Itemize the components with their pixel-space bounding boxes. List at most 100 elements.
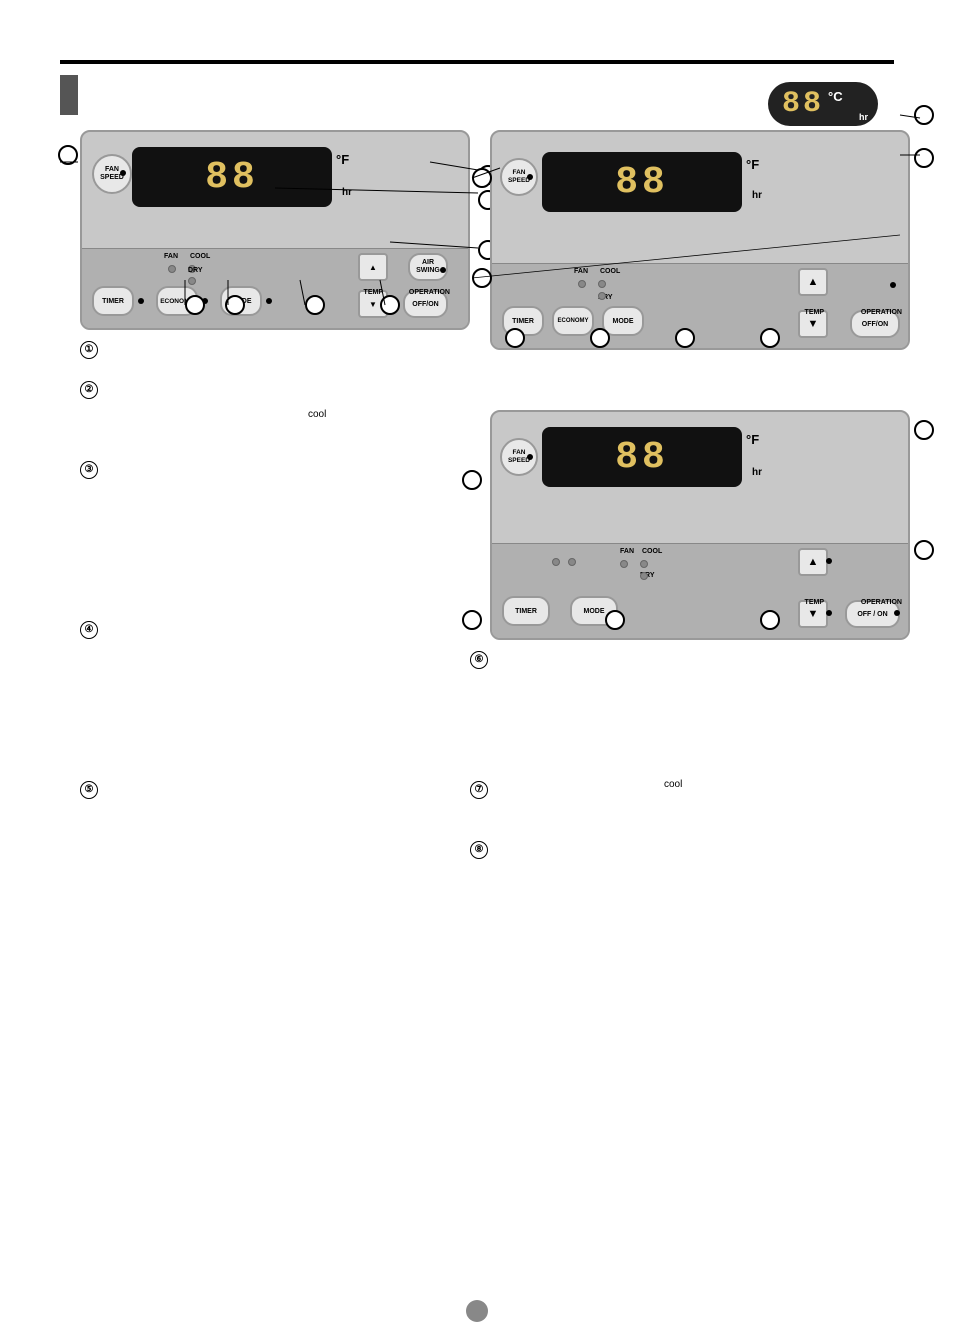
panel3-callout-top: [914, 420, 934, 440]
panel1-fan-dot-ind: [168, 265, 176, 273]
panel3-fan-dot: [527, 454, 533, 460]
panel2-economy-label: ECONOMY: [557, 318, 588, 324]
panel3-callout-timer: [462, 610, 482, 630]
panel1-unit: °F: [336, 152, 349, 167]
section-header: [60, 75, 78, 115]
panel3-dot1: [552, 558, 560, 566]
panel1-timer-button[interactable]: TIMER: [92, 286, 134, 316]
cool-text-2: cool: [664, 779, 682, 790]
panel1-callout-bot3: [305, 295, 325, 315]
panel2-callout-bot4: [760, 328, 780, 348]
panel2-callout-bot3: [675, 328, 695, 348]
panel1-callout-bot1: [185, 295, 205, 315]
panel1-mode-dot: [266, 298, 272, 304]
panel1-dry-label: DRY: [188, 267, 203, 274]
item2-num: ②: [80, 381, 98, 399]
panel3-callout-mode: [605, 610, 625, 630]
panel2-celsius-unit: °C: [828, 89, 843, 104]
panel3-callout-fan: [462, 470, 482, 490]
panel2-callout-celsius: [914, 105, 934, 125]
panel1-callout-fan: [58, 145, 78, 165]
item5-label: ⑤: [80, 780, 104, 799]
panel3-down-icon: ▼: [808, 608, 819, 620]
panel2-callout-bot2: [590, 328, 610, 348]
panel-1: 88 °F hr FAN SPEED FAN COOL DRY ▲ AIR SW…: [80, 130, 470, 330]
cool-text-1: cool: [308, 409, 326, 420]
panel2-cool-label: COOL: [600, 268, 620, 275]
panel1-fan-speed-button[interactable]: FAN SPEED: [92, 154, 132, 194]
panel3-callout-right: [914, 540, 934, 560]
panel3-unit: °F: [746, 432, 759, 447]
panel2-fan-dot: [527, 174, 533, 180]
panel-2: 88 °C hr 88 °F hr FAN SPEED FAN COOL DRY…: [490, 130, 910, 350]
panel1-up-button[interactable]: ▲: [358, 253, 388, 281]
panel2-timer-label: TIMER: [512, 318, 534, 325]
panel2-cool-dot-ind: [598, 280, 606, 288]
item3-num: ③: [80, 461, 98, 479]
panel3-operation-label: OPERATION: [861, 599, 902, 606]
panel3-hr: hr: [752, 467, 762, 478]
panel2-control-area: FAN COOL DRY ▲ ▼ OFF/ON TIMER ECONOMY: [492, 263, 908, 348]
panel1-callout-bot2: [225, 295, 245, 315]
panel2-callout-bot1: [505, 328, 525, 348]
panel3-digits: 88: [615, 436, 669, 479]
panel1-timer-dot: [138, 298, 144, 304]
panel1-digits: 88: [205, 156, 259, 199]
panel1-timer-label: TIMER: [102, 298, 124, 305]
panel3-down-dot: [826, 610, 832, 616]
top-bar: [60, 60, 894, 64]
page-indicator: [466, 1300, 488, 1322]
panel3-timer-label: TIMER: [515, 608, 537, 615]
panel3-fan-cool-label: FAN COOL: [620, 548, 662, 555]
panel2-operation-label: OPERATION: [861, 309, 902, 316]
panel2-fan-label: FAN: [574, 268, 588, 275]
panel1-up-icon: ▲: [369, 263, 377, 272]
item7-num: ⑦: [470, 781, 488, 799]
panel3-callout-offon: [760, 610, 780, 630]
panel3-timer-button[interactable]: TIMER: [502, 596, 550, 626]
item7-label: ⑦: [470, 780, 494, 799]
item8-num: ⑧: [470, 841, 488, 859]
item2-label: ②: [80, 380, 104, 399]
item5-num: ⑤: [80, 781, 98, 799]
panel1-operation-label: OPERATION: [409, 289, 450, 296]
panel1-dry-dot-ind: [188, 277, 196, 285]
panel1-control-area: FAN COOL DRY ▲ AIR SWING ▼ OFF/ON TIMER: [82, 248, 468, 328]
panel3-dot2: [568, 558, 576, 566]
panel3-mode-label: MODE: [584, 608, 605, 615]
panel3-cool-dot-ind: [640, 560, 648, 568]
panel3-temp-label: TEMP: [805, 599, 824, 606]
panel3-dry-dot-ind: [640, 572, 648, 580]
panel3-cool-label: COOL: [642, 548, 662, 555]
panel1-fan-label: FAN: [164, 253, 178, 260]
panel2-mode-label: MODE: [613, 318, 634, 325]
panel3-control-area: FAN COOL DRY ▲ ▼ OFF / ON TIMER MODE: [492, 543, 908, 638]
panel2-up-button[interactable]: ▲: [798, 268, 828, 296]
panel3-off-on-label: OFF / ON: [857, 611, 887, 618]
panel3-offon-dot: [894, 610, 900, 616]
panel1-offon-dot: [440, 267, 446, 273]
panel2-celsius-digits: 88: [782, 87, 824, 121]
item4-label: ④: [80, 620, 104, 639]
panel3-up-dot: [826, 558, 832, 564]
item1-label: ①: [80, 340, 104, 359]
panel2-unit: °F: [746, 157, 759, 172]
panel1-display: 88: [132, 147, 332, 207]
panel1-air-swing-label: AIR SWING: [416, 259, 440, 274]
panel2-down-icon: ▼: [808, 318, 819, 330]
panel2-hr: hr: [752, 190, 762, 201]
panel3-fan-label: FAN: [620, 548, 634, 555]
panel2-celsius-hr: hr: [859, 112, 868, 122]
panel1-callout-bot4: [380, 295, 400, 315]
panel1-fan-cool-label: FAN COOL: [164, 253, 210, 260]
panel2-economy-button[interactable]: ECONOMY: [552, 306, 594, 336]
panel2-temp-label: TEMP: [805, 309, 824, 316]
panel2-callout-fan: [472, 168, 492, 188]
item1-num: ①: [80, 341, 98, 359]
panel1-cool-label: COOL: [190, 253, 210, 260]
panel1-bottom-buttons: TIMER ECONOMY MODE: [92, 286, 276, 316]
panel3-up-button[interactable]: ▲: [798, 548, 828, 576]
panel-3: 88 °F hr FAN SPEED FAN COOL DRY ▲ ▼ OFF …: [490, 410, 910, 640]
panel1-off-on-label: OFF/ON: [412, 301, 438, 308]
panel1-fan-dot: [120, 170, 126, 176]
